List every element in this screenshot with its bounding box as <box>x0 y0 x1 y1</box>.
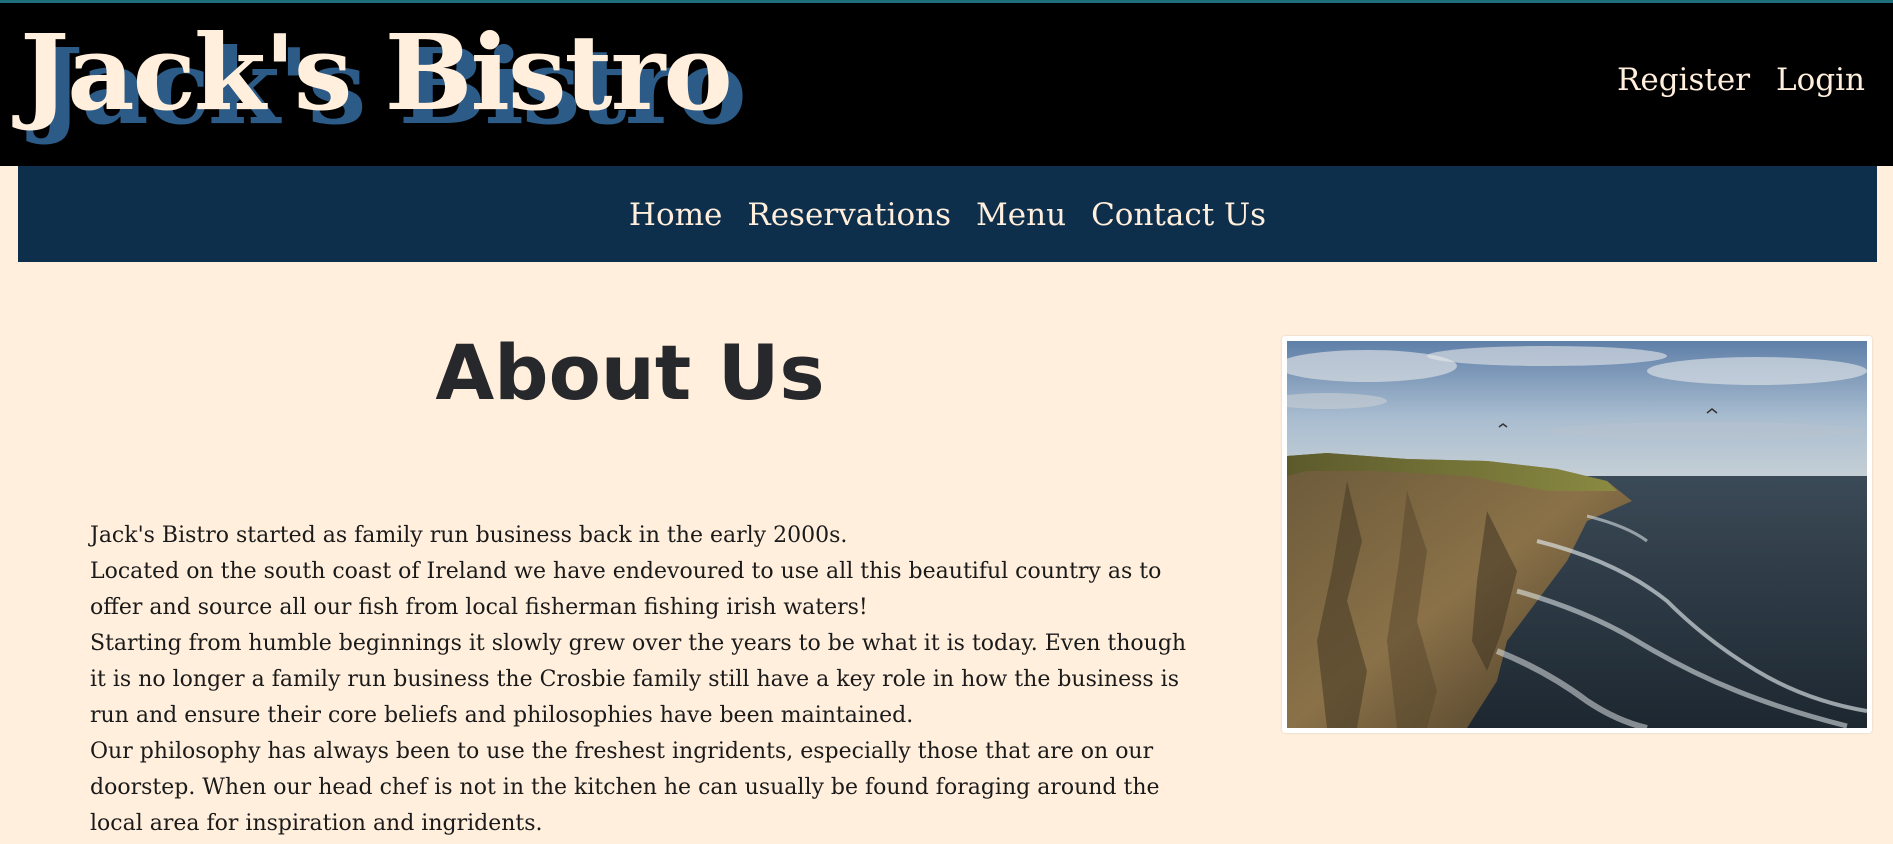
main-navigation: Home Reservations Menu Contact Us <box>18 166 1877 262</box>
nav-contact-us[interactable]: Contact Us <box>1091 198 1266 231</box>
site-header: Jack's Bistro Register Login <box>0 3 1893 166</box>
about-paragraph: Jack's Bistro started as family run busi… <box>90 523 848 548</box>
nav-reservations[interactable]: Reservations <box>747 198 951 231</box>
nav-home[interactable]: Home <box>629 198 722 231</box>
coastline-photo <box>1287 341 1867 728</box>
account-links: Register Login <box>1617 65 1865 96</box>
coastline-photo-frame <box>1282 336 1872 733</box>
about-text: Jack's Bistro started as family run busi… <box>90 518 1200 842</box>
about-paragraph: Our philosophy has always been to use th… <box>90 739 1160 836</box>
register-link[interactable]: Register <box>1617 65 1750 96</box>
login-link[interactable]: Login <box>1776 65 1865 96</box>
about-paragraph: Located on the south coast of Ireland we… <box>90 559 1162 620</box>
page-title: About Us <box>435 328 825 417</box>
about-paragraph: Starting from humble beginnings it slowl… <box>90 631 1187 728</box>
brand-logo[interactable]: Jack's Bistro <box>20 21 733 125</box>
nav-menu[interactable]: Menu <box>976 198 1066 231</box>
